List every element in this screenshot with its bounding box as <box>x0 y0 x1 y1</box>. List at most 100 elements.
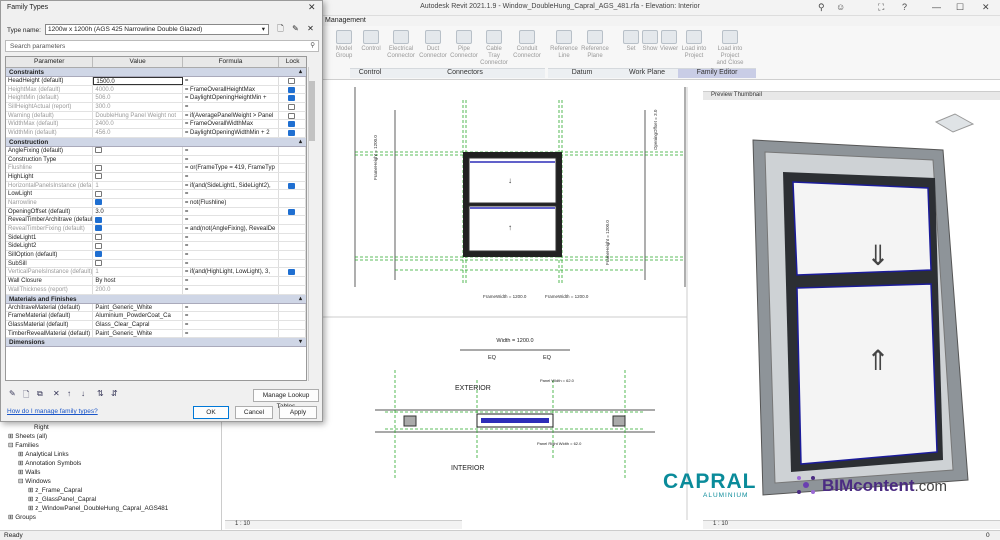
ribbon-button[interactable]: Electrical Connector <box>387 30 415 66</box>
value-cell[interactable]: DoubleHung Panel Weight not <box>93 111 183 120</box>
lock-cell[interactable] <box>279 146 306 155</box>
value-cell[interactable]: 1500.0 <box>93 77 183 85</box>
parameter-row[interactable]: HeightMax (default) 4000.0 = FrameOverallH… <box>6 85 306 95</box>
parameter-row[interactable]: Flushline = or(FrameType = 419, FrameTyp <box>6 164 306 173</box>
ok-button[interactable]: OK <box>193 406 229 419</box>
lock-cell[interactable] <box>279 277 306 285</box>
cart-icon[interactable]: ⛶ <box>878 2 884 13</box>
value-cell[interactable]: 1 <box>93 268 183 277</box>
cancel-button[interactable]: Cancel <box>235 406 273 419</box>
parameter-row[interactable]: Narrowline = not(Flushline) <box>6 198 306 208</box>
expand-icon[interactable]: ⊞ <box>18 451 23 458</box>
parameter-row[interactable]: Construction Type = <box>6 155 306 165</box>
ribbon-button[interactable]: Cable Tray Connector <box>480 30 508 66</box>
value-cell[interactable]: Paint_Generic_White <box>93 329 183 338</box>
manage-lookup-tables-button[interactable]: Manage Lookup Tables <box>253 389 319 410</box>
close-icon[interactable]: ✕ <box>308 2 316 13</box>
parameter-checkbox[interactable] <box>95 173 103 180</box>
ribbon-button[interactable]: Reference Plane <box>581 30 609 66</box>
formula-cell[interactable]: = <box>183 259 280 268</box>
ribbon-button[interactable]: Duct Connector <box>419 30 447 66</box>
formula-cell[interactable]: = <box>183 77 280 85</box>
expand-icon[interactable]: ⊟ <box>18 478 23 485</box>
parameter-row[interactable]: HeadHeight (default) 1500.0 = <box>6 77 306 86</box>
ribbon-button[interactable]: Load into Project and Close <box>716 30 744 66</box>
apply-button[interactable]: Apply <box>279 406 317 419</box>
formula-cell[interactable]: = <box>183 312 280 320</box>
formula-cell[interactable]: = FrameOverallWidthMax <box>183 120 280 129</box>
sort-asc-icon[interactable]: ⇅ <box>97 389 104 398</box>
value-cell[interactable]: Aluminium_PowderCoat_Ca <box>93 312 183 320</box>
help-icon[interactable]: ? <box>902 2 907 12</box>
parameter-row[interactable]: RevealTimberFixing (default) = and(not(An… <box>6 225 306 234</box>
parameter-checkbox[interactable] <box>95 242 103 249</box>
minimize-icon[interactable]: — <box>932 2 941 12</box>
parameter-checkbox[interactable] <box>95 164 103 171</box>
formula-cell[interactable]: = <box>183 233 280 242</box>
close-window-icon[interactable]: ✕ <box>982 2 990 13</box>
parameter-row[interactable]: SideLight2 = <box>6 242 306 252</box>
formula-cell[interactable]: = <box>183 103 280 111</box>
formula-cell[interactable]: = FrameOverallHeightMax <box>183 85 280 94</box>
browser-item[interactable]: ⊟ Windows <box>18 478 51 487</box>
lock-cell[interactable] <box>279 207 306 216</box>
ribbon-button[interactable]: Pipe Connector <box>450 30 478 66</box>
formula-cell[interactable]: = if(AveragePanelWeight > Panel <box>183 111 280 120</box>
lock-cell[interactable] <box>279 111 306 120</box>
lock-cell[interactable] <box>279 251 306 259</box>
expand-icon[interactable]: ⊞ <box>8 433 13 440</box>
section-header[interactable]: Dimensions ▾ <box>6 338 306 348</box>
parameter-row[interactable]: HighLight = <box>6 172 306 182</box>
browser-item[interactable]: ⊞ z_WindowPanel_DoubleHung_Capral_AGS481 <box>28 505 168 514</box>
parameter-checkbox[interactable] <box>95 199 103 206</box>
help-link[interactable]: How do I manage family types? <box>7 408 98 415</box>
parameter-row[interactable]: WallThickness (report) 200.0 = <box>6 285 306 295</box>
parameter-row[interactable]: HeightMin (default) 506.0 = DaylightOpenin… <box>6 94 306 104</box>
parameter-row[interactable]: LowLight = <box>6 190 306 199</box>
lock-cell[interactable] <box>279 303 306 312</box>
user-icon[interactable]: ☺ <box>836 2 845 12</box>
formula-cell[interactable]: = DaylightOpeningWidthMin + 2 <box>183 129 280 137</box>
section-header[interactable]: Constraints ▴ <box>6 68 306 77</box>
value-cell[interactable]: 506.0 <box>93 94 183 103</box>
parameter-row[interactable]: Wall Closure By host = <box>6 277 306 286</box>
ribbon-button[interactable]: Load into Project <box>680 30 708 66</box>
formula-cell[interactable]: = <box>183 285 280 294</box>
lock-cell[interactable] <box>279 242 306 251</box>
formula-cell[interactable]: = <box>183 146 280 155</box>
parameter-row[interactable]: TimberRevealMaterial (default) Paint_Gene… <box>6 329 306 339</box>
lock-cell[interactable] <box>279 233 306 242</box>
value-cell[interactable]: 456.0 <box>93 129 183 137</box>
lock-cell[interactable] <box>279 103 306 111</box>
browser-item[interactable]: ⊞ Groups <box>8 514 36 523</box>
new-type-icon[interactable]: 🗋 <box>275 23 286 35</box>
browser-item[interactable]: ⊞ Analytical Links <box>18 451 69 460</box>
value-cell[interactable]: By host <box>93 277 183 285</box>
lock-cell[interactable] <box>279 129 306 137</box>
lock-cell[interactable] <box>279 155 306 164</box>
parameter-row[interactable]: SideLight1 = <box>6 233 306 243</box>
delete-type-icon[interactable]: ✕ <box>305 23 316 35</box>
formula-cell[interactable]: = <box>183 251 280 259</box>
expand-icon[interactable]: ⊞ <box>28 487 33 494</box>
lock-cell[interactable] <box>279 94 306 103</box>
maximize-icon[interactable]: ☐ <box>956 2 964 13</box>
browser-item[interactable]: ⊞ z_GlassPanel_Capral <box>28 496 96 505</box>
delete-param-icon[interactable]: ✕ <box>53 389 60 398</box>
ribbon-button[interactable]: Control <box>357 30 385 66</box>
value-cell[interactable]: Paint_Generic_White <box>93 303 183 312</box>
filter-count[interactable]: 0 <box>986 532 990 539</box>
formula-cell[interactable]: = not(Flushline) <box>183 198 280 207</box>
lock-cell[interactable] <box>279 312 306 320</box>
lock-cell[interactable] <box>279 216 306 224</box>
value-cell[interactable] <box>93 155 183 164</box>
lock-cell[interactable] <box>279 329 306 338</box>
lock-cell[interactable] <box>279 225 306 233</box>
value-cell[interactable]: 200.0 <box>93 285 183 294</box>
lock-cell[interactable] <box>279 164 306 172</box>
browser-item[interactable]: ⊞ z_Frame_Capral <box>28 487 82 496</box>
value-cell[interactable]: 3.0 <box>93 207 183 216</box>
browser-item[interactable]: Right <box>34 424 49 433</box>
formula-cell[interactable]: = if(and(HighLight, LowLight), 3, <box>183 268 280 277</box>
parameter-row[interactable]: ArchitraveMaterial (default) Paint_Generi… <box>6 303 306 313</box>
